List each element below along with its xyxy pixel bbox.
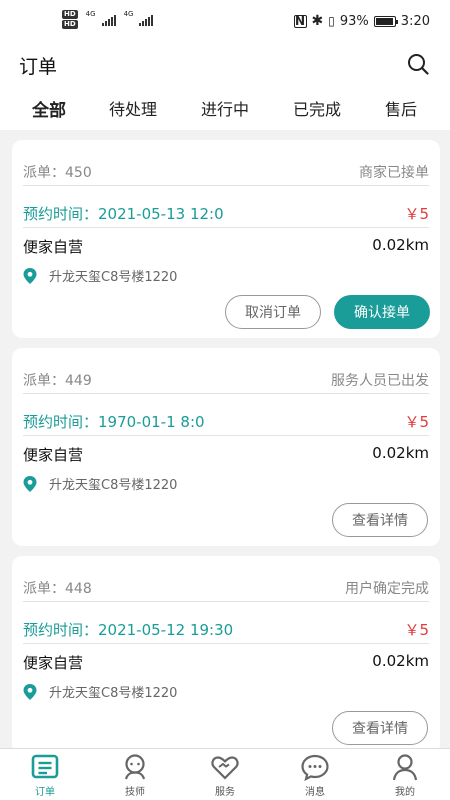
address-row: 升龙天玺C8号楼1220 bbox=[23, 474, 177, 493]
status-right: N ✱ ▯ 93% 3:20 bbox=[293, 13, 430, 29]
hd-badge: HD bbox=[62, 10, 78, 19]
tab-all[interactable]: 全部 bbox=[32, 96, 66, 121]
order-status: 服务人员已出发 bbox=[331, 373, 429, 389]
tabbar-label: 我的 bbox=[395, 787, 415, 798]
location-pin-icon bbox=[23, 475, 37, 492]
dispatch-row: 派单：448 用户确定完成 bbox=[23, 570, 429, 602]
network-type: 4G bbox=[85, 10, 96, 18]
page-title: 订单 bbox=[19, 56, 58, 78]
order-price: ￥5 bbox=[404, 621, 429, 639]
order-status: 用户确定完成 bbox=[345, 581, 429, 597]
signal-icon bbox=[139, 14, 154, 26]
tab-pending[interactable]: 待处理 bbox=[109, 96, 157, 120]
shop-name: 便家自营 bbox=[23, 654, 84, 672]
dispatch-number: 派单：450 bbox=[23, 165, 92, 181]
confirm-order-button[interactable]: 确认接单 bbox=[334, 295, 430, 329]
order-price: ￥5 bbox=[404, 205, 429, 223]
address-text: 升龙天玺C8号楼1220 bbox=[49, 270, 178, 285]
dispatch-number: 派单：448 bbox=[23, 581, 92, 597]
distance: 0.02km bbox=[372, 236, 429, 254]
signal-icon bbox=[101, 14, 116, 26]
address-text: 升龙天玺C8号楼1220 bbox=[49, 478, 178, 493]
cancel-order-button[interactable]: 取消订单 bbox=[225, 295, 321, 329]
location-pin-icon bbox=[23, 267, 37, 284]
appointment-row: 预约时间：2021-05-13 12:0 ￥5 bbox=[23, 192, 429, 228]
order-icon bbox=[31, 754, 59, 779]
shop-row: 便家自营 0.02km bbox=[23, 444, 429, 465]
tab-after-sales[interactable]: 售后 bbox=[385, 96, 417, 120]
order-price: ￥5 bbox=[404, 413, 429, 431]
shop-row: 便家自营 0.02km bbox=[23, 652, 429, 673]
address-text: 升龙天玺C8号楼1220 bbox=[49, 686, 178, 701]
address-row: 升龙天玺C8号楼1220 bbox=[23, 266, 177, 285]
appointment-time: 预约时间：1970-01-1 8:0 bbox=[23, 413, 205, 431]
appointment-time: 预约时间：2021-05-13 12:0 bbox=[23, 205, 224, 223]
tabbar-item-orders[interactable]: 订单 bbox=[15, 753, 75, 798]
location-pin-icon bbox=[23, 683, 37, 700]
clock: 3:20 bbox=[400, 13, 430, 29]
dispatch-row: 派单：450 商家已接单 bbox=[23, 154, 429, 186]
profile-icon bbox=[392, 754, 418, 781]
tab-completed[interactable]: 已完成 bbox=[293, 96, 341, 120]
app-header: 订单 bbox=[0, 44, 450, 84]
shop-row: 便家自营 0.02km bbox=[23, 236, 429, 257]
address-row: 升龙天玺C8号楼1220 bbox=[23, 682, 177, 701]
service-icon bbox=[211, 756, 239, 780]
dispatch-number: 派单：449 bbox=[23, 373, 92, 389]
dispatch-row: 派单：449 服务人员已出发 bbox=[23, 362, 429, 394]
order-filter-tabs: 全部 待处理 进行中 已完成 售后 bbox=[0, 84, 450, 130]
tabbar-label: 消息 bbox=[305, 787, 325, 798]
status-bar: HD HD 4G 4G N ✱ ▯ 93% 3:20 bbox=[0, 0, 450, 44]
appointment-time: 预约时间：2021-05-12 19:30 bbox=[23, 621, 234, 639]
bottom-tab-bar: 订单 技师 服务 消息 我的 bbox=[0, 748, 450, 800]
bluetooth-icon: ✱ bbox=[311, 13, 324, 29]
shop-name: 便家自营 bbox=[23, 446, 84, 464]
battery-percent: 93% bbox=[339, 13, 369, 29]
tab-in-progress[interactable]: 进行中 bbox=[201, 96, 249, 120]
message-icon bbox=[301, 754, 329, 781]
battery-icon bbox=[373, 15, 398, 27]
view-details-button[interactable]: 查看详情 bbox=[332, 503, 428, 537]
tabbar-item-technician[interactable]: 技师 bbox=[105, 753, 165, 798]
tabbar-item-service[interactable]: 服务 bbox=[195, 753, 255, 798]
order-card[interactable]: 派单：449 服务人员已出发 预约时间：1970-01-1 8:0 ￥5 便家自… bbox=[12, 348, 440, 546]
hd-badge: HD bbox=[62, 20, 78, 29]
order-status: 商家已接单 bbox=[359, 165, 429, 181]
tabbar-label: 技师 bbox=[125, 787, 145, 798]
distance: 0.02km bbox=[372, 444, 429, 462]
signal-indicators: HD HD 4G 4G bbox=[62, 10, 154, 29]
appointment-row: 预约时间：1970-01-1 8:0 ￥5 bbox=[23, 400, 429, 436]
tabbar-label: 服务 bbox=[215, 787, 235, 798]
technician-icon bbox=[124, 754, 146, 780]
tabbar-label: 订单 bbox=[35, 787, 55, 798]
vibrate-icon: ▯ bbox=[328, 14, 335, 28]
network-type: 4G bbox=[123, 10, 134, 18]
distance: 0.02km bbox=[372, 652, 429, 670]
nfc-icon: N bbox=[293, 14, 307, 28]
order-card[interactable]: 派单：448 用户确定完成 预约时间：2021-05-12 19:30 ￥5 便… bbox=[12, 556, 440, 754]
appointment-row: 预约时间：2021-05-12 19:30 ￥5 bbox=[23, 608, 429, 644]
tabbar-item-profile[interactable]: 我的 bbox=[375, 753, 435, 798]
order-card[interactable]: 派单：450 商家已接单 预约时间：2021-05-13 12:0 ￥5 便家自… bbox=[12, 140, 440, 338]
search-icon[interactable] bbox=[406, 52, 430, 76]
tabbar-item-messages[interactable]: 消息 bbox=[285, 753, 345, 798]
view-details-button[interactable]: 查看详情 bbox=[332, 711, 428, 745]
shop-name: 便家自营 bbox=[23, 238, 84, 256]
